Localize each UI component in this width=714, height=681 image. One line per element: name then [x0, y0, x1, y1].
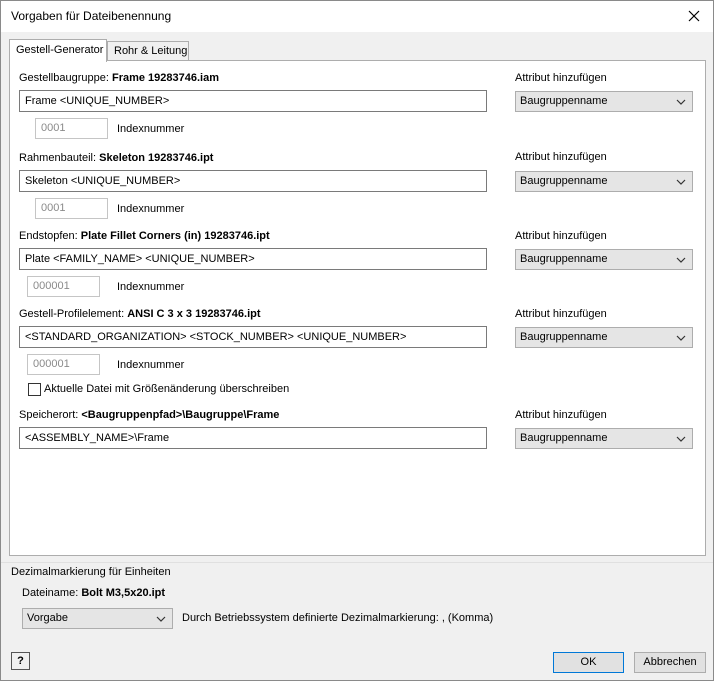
- help-button[interactable]: ?: [11, 652, 30, 670]
- close-icon: [688, 10, 700, 22]
- overwrite-checkbox[interactable]: [28, 383, 41, 396]
- pattern-input-endstopfen[interactable]: Plate <FAMILY_NAME> <UNIQUE_NUMBER>: [19, 248, 487, 270]
- title-bar: Vorgaben für Dateibenennung: [1, 1, 713, 32]
- decimal-filename-label: Dateiname: Bolt M3,5x20.ipt: [22, 587, 166, 599]
- help-icon: ?: [17, 655, 24, 667]
- pattern-input-profilelement[interactable]: <STANDARD_ORGANIZATION> <STOCK_NUMBER> <…: [19, 326, 487, 348]
- pattern-input-rahmenbauteil[interactable]: Skeleton <UNIQUE_NUMBER>: [19, 170, 487, 192]
- index-input-profilelement[interactable]: 000001: [27, 354, 100, 375]
- attribute-label: Attribut hinzufügen: [515, 409, 607, 421]
- attribute-dropdown-profilelement[interactable]: Baugruppenname: [515, 327, 693, 348]
- decimal-group-label: Dezimalmarkierung für Einheiten: [11, 566, 171, 578]
- section-filename: ANSI C 3 x 3 19283746.ipt: [127, 308, 261, 320]
- attribute-dropdown-endstopfen[interactable]: Baugruppenname: [515, 249, 693, 270]
- ok-button[interactable]: OK: [553, 652, 624, 673]
- attribute-label: Attribut hinzufügen: [515, 72, 607, 84]
- tab-rohr-leitung[interactable]: Rohr & Leitung: [107, 41, 189, 61]
- section-filename: Frame 19283746.iam: [111, 72, 219, 84]
- dialog-window: Vorgaben für Dateibenennung Gestell-Gene…: [0, 0, 714, 681]
- attribute-label: Attribut hinzufügen: [515, 230, 607, 242]
- index-input-endstopfen[interactable]: 000001: [27, 276, 100, 297]
- cancel-button[interactable]: Abbrechen: [634, 652, 706, 673]
- storage-path: <Baugruppenpfad>\Baugruppe\Frame: [81, 409, 280, 421]
- chevron-down-icon: [675, 250, 687, 269]
- close-button[interactable]: [679, 3, 709, 29]
- section-filename: Skeleton 19283746.ipt: [99, 152, 214, 164]
- decimal-description: Durch Betriebssystem definierte Dezimalm…: [182, 612, 494, 624]
- section-filename: Plate Fillet Corners (in) 19283746.ipt: [80, 230, 270, 242]
- chevron-down-icon: [675, 429, 687, 448]
- divider: [1, 562, 713, 563]
- overwrite-checkbox-label: Aktuelle Datei mit Größenänderung übersc…: [44, 383, 290, 395]
- decimal-mode-dropdown[interactable]: Vorgabe: [22, 608, 173, 629]
- index-label: Indexnummer: [117, 359, 185, 371]
- tab-gestell-generator[interactable]: Gestell-Generator: [9, 39, 107, 62]
- index-label: Indexnummer: [117, 123, 185, 135]
- section-label-speicherort: Speicherort: <Baugruppenpfad>\Baugruppe\…: [19, 409, 280, 421]
- pattern-input-gestellbaugruppe[interactable]: Frame <UNIQUE_NUMBER>: [19, 90, 487, 112]
- attribute-dropdown-speicherort[interactable]: Baugruppenname: [515, 428, 693, 449]
- section-label-profilelement: Gestell-Profilelement: ANSI C 3 x 3 1928…: [19, 308, 261, 320]
- index-label: Indexnummer: [117, 203, 185, 215]
- window-title: Vorgaben für Dateibenennung: [11, 9, 172, 23]
- attribute-dropdown-rahmenbauteil[interactable]: Baugruppenname: [515, 171, 693, 192]
- chevron-down-icon: [155, 609, 167, 628]
- attribute-dropdown-gestellbaugruppe[interactable]: Baugruppenname: [515, 91, 693, 112]
- index-input-rahmenbauteil[interactable]: 0001: [35, 198, 108, 219]
- chevron-down-icon: [675, 328, 687, 347]
- index-label: Indexnummer: [117, 281, 185, 293]
- section-label-rahmenbauteil: Rahmenbauteil: Skeleton 19283746.ipt: [19, 152, 214, 164]
- tab-panel: Gestellbaugruppe: Frame 19283746.iam Att…: [9, 60, 706, 556]
- section-label-endstopfen: Endstopfen: Plate Fillet Corners (in) 19…: [19, 230, 270, 242]
- chevron-down-icon: [675, 172, 687, 191]
- attribute-label: Attribut hinzufügen: [515, 308, 607, 320]
- decimal-filename: Bolt M3,5x20.ipt: [81, 587, 166, 599]
- index-input-gestellbaugruppe[interactable]: 0001: [35, 118, 108, 139]
- section-label-gestellbaugruppe: Gestellbaugruppe: Frame 19283746.iam: [19, 72, 219, 84]
- attribute-label: Attribut hinzufügen: [515, 151, 607, 163]
- chevron-down-icon: [675, 92, 687, 111]
- pattern-input-speicherort[interactable]: <ASSEMBLY_NAME>\Frame: [19, 427, 487, 449]
